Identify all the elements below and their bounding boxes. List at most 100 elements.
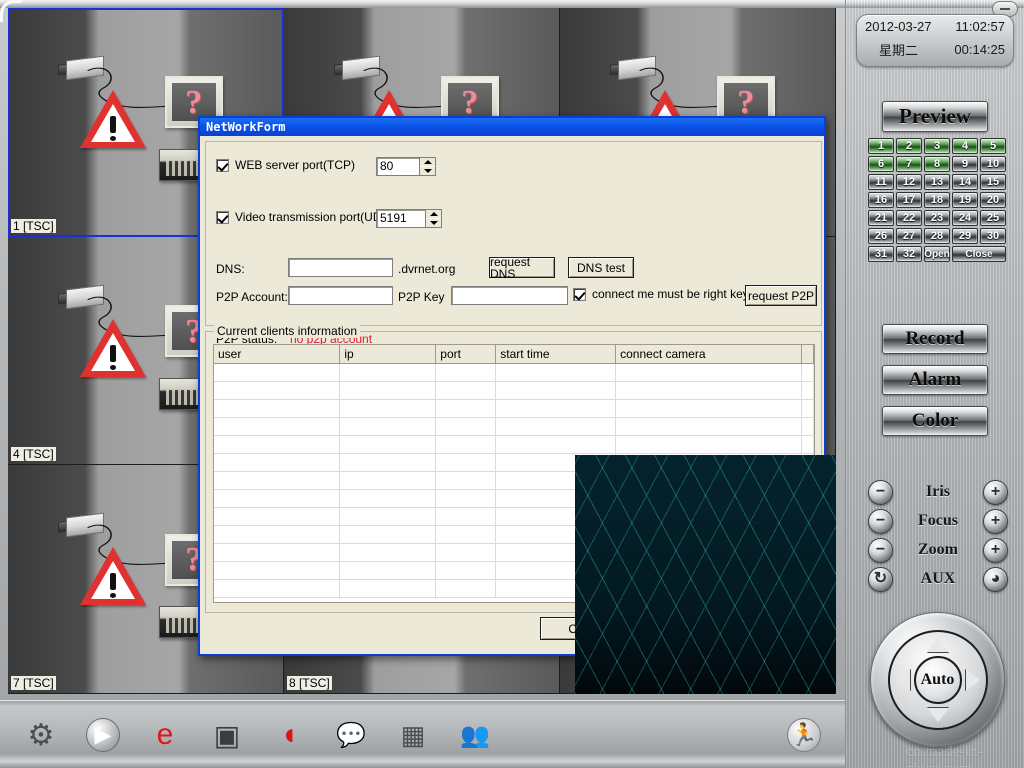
ptz-up-arrow-icon[interactable] — [926, 637, 949, 652]
layout-grid-icon[interactable]: ▦ — [382, 711, 444, 759]
play-icon[interactable]: ▶ — [72, 711, 134, 759]
channel-button-30[interactable]: 30 — [980, 228, 1006, 244]
channel-button-7[interactable]: 7 — [896, 156, 922, 172]
channel-button-28[interactable]: 28 — [924, 228, 950, 244]
clients-column-header[interactable]: port — [435, 345, 497, 364]
channel-button-23[interactable]: 23 — [924, 210, 950, 226]
channel-button-13[interactable]: 13 — [924, 174, 950, 190]
clients-column-header[interactable]: ip — [339, 345, 437, 364]
channel-button-9[interactable]: 9 — [952, 156, 978, 172]
record-button[interactable]: Record — [882, 324, 988, 354]
web-port-spinner[interactable] — [420, 157, 436, 176]
web-port-checkbox[interactable] — [216, 158, 229, 172]
web-port-spinner-down[interactable] — [420, 166, 435, 175]
ptz-focus-increase-icon[interactable]: + — [983, 508, 1008, 534]
channel-button-20[interactable]: 20 — [980, 192, 1006, 208]
channel-button-25[interactable]: 25 — [980, 210, 1006, 226]
connect-me-checkbox-label[interactable]: connect me must be right key — [573, 287, 749, 301]
web-port-spinner-up[interactable] — [420, 158, 435, 166]
channel-button-5[interactable]: 5 — [980, 138, 1006, 154]
video-port-spinner-up[interactable] — [426, 210, 441, 218]
table-cell — [214, 381, 341, 400]
clients-column-header[interactable] — [801, 345, 814, 364]
internet-explorer-icon[interactable]: e — [134, 711, 196, 759]
channel-button-11[interactable]: 11 — [868, 174, 894, 190]
table-row[interactable] — [214, 363, 814, 382]
ptz-right-arrow-icon[interactable] — [965, 668, 980, 691]
channel-button-8[interactable]: 8 — [924, 156, 950, 172]
ptz-auto-button[interactable]: Auto — [913, 655, 962, 704]
channel-button-21[interactable]: 21 — [868, 210, 894, 226]
channel-button-15[interactable]: 15 — [980, 174, 1006, 190]
ptz-zoom-increase-icon[interactable]: + — [983, 537, 1008, 563]
channel-button-14[interactable]: 14 — [952, 174, 978, 190]
channel-button-27[interactable]: 27 — [896, 228, 922, 244]
channel-button-18[interactable]: 18 — [924, 192, 950, 208]
ptz-row-zoom: − Zoom + — [868, 536, 1008, 564]
table-row[interactable] — [214, 381, 814, 400]
channel-button-10[interactable]: 10 — [980, 156, 1006, 172]
video-port-input[interactable]: 5191 — [376, 209, 426, 228]
ptz-aux-increase-icon[interactable]: ◕ — [982, 566, 1008, 592]
video-port-checkbox-label[interactable]: Video transmission port(UDP) — [216, 210, 394, 224]
video-port-checkbox[interactable] — [216, 210, 229, 224]
table-cell — [801, 363, 814, 382]
channel-button-4[interactable]: 4 — [952, 138, 978, 154]
web-port-input[interactable]: 80 — [376, 157, 420, 176]
dns-input[interactable] — [288, 258, 393, 277]
connect-me-checkbox[interactable] — [573, 287, 586, 301]
request-dns-button[interactable]: request DNS — [489, 256, 555, 280]
channel-button-1[interactable]: 1 — [868, 138, 894, 154]
alarm-button[interactable]: Alarm — [882, 365, 988, 395]
channel-button-12[interactable]: 12 — [896, 174, 922, 190]
channel-button-24[interactable]: 24 — [952, 210, 978, 226]
channel-button-3[interactable]: 3 — [924, 138, 950, 154]
p2p-key-input[interactable] — [451, 286, 568, 305]
video-port-spinner[interactable] — [426, 209, 442, 228]
clients-column-header[interactable]: start time — [495, 345, 617, 364]
users-icon[interactable]: 👥 — [444, 711, 506, 759]
settings-gear-icon[interactable]: ⚙ — [10, 711, 72, 759]
table-row[interactable] — [214, 435, 814, 454]
channel-button-2[interactable]: 2 — [896, 138, 922, 154]
channel-button-22[interactable]: 22 — [896, 210, 922, 226]
p2p-account-input[interactable] — [288, 286, 393, 305]
channel-button-29[interactable]: 29 — [952, 228, 978, 244]
web-port-checkbox-label[interactable]: WEB server port(TCP) — [216, 158, 355, 172]
ptz-zoom-decrease-icon[interactable]: − — [868, 537, 893, 563]
audio-speaker-icon[interactable]: ◖ — [258, 711, 320, 759]
ptz-iris-decrease-icon[interactable]: − — [868, 479, 893, 505]
table-row[interactable] — [214, 417, 814, 436]
channels-close-button[interactable]: Close — [952, 246, 1006, 262]
clients-column-header[interactable]: connect camera — [615, 345, 802, 364]
ptz-focus-decrease-icon[interactable]: − — [868, 508, 893, 534]
camera-icon — [57, 55, 104, 81]
ptz-left-arrow-icon[interactable] — [895, 668, 910, 691]
table-cell — [495, 399, 617, 418]
channels-open-button[interactable]: Open — [924, 246, 950, 262]
channel-button-32[interactable]: 32 — [896, 246, 922, 262]
clients-column-header[interactable]: user — [214, 345, 341, 364]
channel-button-6[interactable]: 6 — [868, 156, 894, 172]
channel-button-26[interactable]: 26 — [868, 228, 894, 244]
ptz-iris-increase-icon[interactable]: + — [983, 479, 1008, 505]
request-p2p-button[interactable]: request P2P — [745, 285, 817, 306]
preview-button[interactable]: Preview — [882, 101, 988, 132]
video-pane-label: 8 [TSC] — [287, 676, 332, 690]
channel-button-19[interactable]: 19 — [952, 192, 978, 208]
exit-logout-icon[interactable]: 🏃 — [773, 711, 835, 759]
chat-message-icon[interactable]: 💬 — [320, 711, 382, 759]
channel-button-16[interactable]: 16 — [868, 192, 894, 208]
ptz-aux-decrease-icon[interactable]: ↻ — [868, 566, 893, 592]
warning-triangle-icon — [79, 547, 146, 606]
clock-date: 2012-03-27 — [865, 19, 932, 34]
channel-button-31[interactable]: 31 — [868, 246, 894, 262]
ptz-down-arrow-icon[interactable] — [926, 707, 949, 722]
table-row[interactable] — [214, 399, 814, 418]
channel-button-17[interactable]: 17 — [896, 192, 922, 208]
table-cell — [801, 435, 814, 454]
color-button[interactable]: Color — [882, 406, 988, 436]
snapshot-camera-icon[interactable]: ▣ — [196, 711, 258, 759]
video-port-spinner-down[interactable] — [426, 218, 441, 227]
dns-test-button[interactable]: DNS test — [568, 257, 634, 278]
